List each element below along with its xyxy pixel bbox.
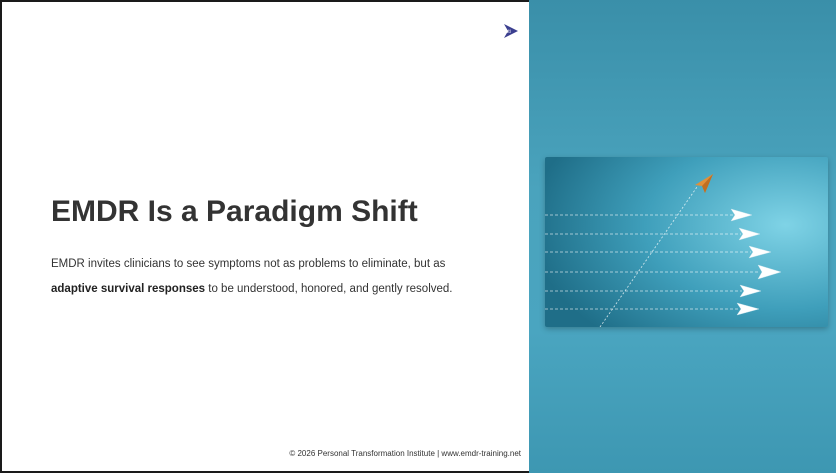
slide-footer: © 2026 Personal Transformation Institute… [289,449,521,458]
slide-title: EMDR Is a Paradigm Shift [51,195,418,228]
paper-planes-image [545,157,828,327]
slide-body: EMDR invites clinicians to see symptoms … [51,252,521,302]
content-panel: pti EMDR Is a Paradigm Shift EMDR invite… [0,0,529,473]
image-panel [529,0,836,473]
slide: pti EMDR Is a Paradigm Shift EMDR invite… [0,0,836,473]
logo-text: pti [506,29,511,35]
paper-planes-illustration [545,157,828,327]
pti-logo-icon: pti [504,24,518,38]
body-rest: to be understood, honored, and gently re… [205,283,453,295]
body-intro: EMDR invites clinicians to see symptoms … [51,258,446,270]
body-emphasis: adaptive survival responses [51,283,206,295]
